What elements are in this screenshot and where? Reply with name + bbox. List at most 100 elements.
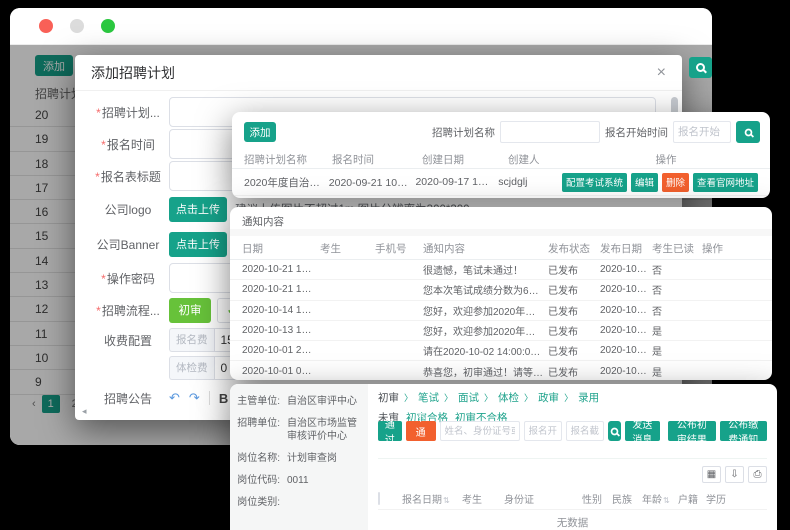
fail-button[interactable]: 不通过	[406, 421, 436, 441]
table-row[interactable]: 2020-10-21 19:11:40 您本次笔试成绩分数为66.52分 已发布…	[230, 280, 772, 300]
date-cell: 2020-10-01 01:35:03	[242, 366, 320, 377]
close-window-icon[interactable]	[39, 19, 53, 33]
publish-result-button[interactable]: 公布初审结果	[668, 421, 715, 441]
column-header: 民族	[612, 491, 642, 506]
plans-list-panel: 添加 招聘计划名称 报名开始时间 招聘计划名称 报名时间 创建日期 创建人 操作…	[232, 112, 770, 198]
search-icon	[744, 128, 752, 136]
signup-start-input[interactable]	[524, 421, 562, 441]
search-icon	[610, 427, 618, 435]
column-header: 报名时间	[332, 152, 422, 167]
column-header: 性别	[582, 491, 612, 506]
configure-exam-button[interactable]: 配置考试系统	[562, 173, 627, 192]
step-medical-exam[interactable]: 体检	[498, 390, 519, 405]
status-cell: 已发布	[548, 303, 600, 318]
signup-end-input[interactable]	[566, 421, 604, 441]
notification-panel: 通知内容 日期 考生 手机号 通知内容 发布状态 发布日期 考生已读 操作 20…	[230, 207, 772, 380]
status-cell: 已发布	[548, 323, 600, 338]
step-political-review[interactable]: 政审	[538, 390, 559, 405]
edit-button[interactable]: 编辑	[631, 173, 658, 192]
step-written-exam[interactable]: 笔试	[418, 390, 439, 405]
start-time-filter-input[interactable]	[673, 121, 731, 143]
column-header: 招聘计划名称	[244, 152, 332, 167]
read-cell: 是	[652, 323, 702, 338]
info-value: 计划审查岗	[287, 452, 360, 465]
plans-table-header: 招聘计划名称 报名时间 创建日期 创建人 操作	[232, 150, 770, 169]
column-header: 身份证	[504, 491, 582, 506]
step-first-review[interactable]: 初审	[378, 390, 399, 405]
audit-content: 初审 〉 笔试 〉 面试 〉 体检 〉 政审 〉 录用 未审 初审合格 初审不合…	[378, 390, 767, 530]
step-interview[interactable]: 面试	[458, 390, 479, 405]
column-settings-icon[interactable]: ▦	[702, 466, 721, 483]
redo-icon[interactable]: ↷	[189, 390, 200, 406]
table-row[interactable]: 2020年度自治区市场监... 2020-09-21 10:00到2020...…	[232, 169, 770, 196]
table-row[interactable]: 2020-10-14 17:51:16 您好，欢迎参加2020年度自治区市场..…	[230, 301, 772, 321]
export-icon[interactable]: ⇩	[725, 466, 744, 483]
audit-panel: 主管单位: 自治区审评中心 招聘单位: 自治区市场监管审核评价中心 岗位名称: …	[230, 384, 777, 530]
status-cell: 已发布	[548, 282, 600, 297]
process-step-first[interactable]: 初审	[169, 298, 211, 323]
column-header: 户籍	[678, 491, 706, 506]
search-button[interactable]	[608, 421, 621, 441]
scroll-left-icon[interactable]: ◂	[82, 406, 87, 417]
sort-icon[interactable]: ⇅	[443, 496, 450, 505]
date-cell: 2020-10-21 19:11:40	[242, 284, 320, 295]
publish-date-cell: 2020-10-13 ...	[600, 325, 652, 336]
minimize-window-icon[interactable]	[70, 19, 84, 33]
info-value: 自治区市场监管审核评价中心	[287, 417, 360, 443]
plan-name-filter-input[interactable]	[500, 121, 600, 143]
field-label: 招聘流程...	[87, 302, 169, 319]
upload-banner-button[interactable]: 点击上传	[169, 232, 227, 257]
publish-date-cell: 2020-10-14 ...	[600, 305, 652, 316]
read-cell: 否	[652, 282, 702, 297]
signup-fee-label: 报名费	[169, 328, 214, 352]
status-cell: 已发布	[548, 364, 600, 379]
delete-button[interactable]: 删除	[662, 173, 689, 192]
table-row[interactable]: 2020-10-01 23:54:58 请在2020-10-02 14:00:0…	[230, 341, 772, 361]
chevron-right-icon: 〉	[404, 391, 413, 404]
table-row[interactable]: 2020-10-21 19:34:38 很遗憾，笔试未通过！ 已发布 2020-…	[230, 260, 772, 280]
date-cell: 2020-10-21 19:34:38	[242, 264, 320, 275]
medical-fee-label: 体检费	[169, 356, 214, 380]
column-header: 考生	[462, 491, 504, 506]
add-plan-button[interactable]: 添加	[244, 122, 276, 142]
step-hired[interactable]: 录用	[578, 390, 599, 405]
info-row: 岗位代码: 0011	[236, 474, 360, 487]
upload-logo-button[interactable]: 点击上传	[169, 197, 227, 222]
table-row[interactable]: 2020-10-13 14:55:54 您好，欢迎参加2020年度自治区市场..…	[230, 321, 772, 341]
info-row: 主管单位: 自治区审评中心	[236, 395, 360, 408]
column-header: 年龄⇅	[642, 491, 678, 506]
column-header: 手机号	[375, 241, 423, 256]
field-label: 招聘公告	[87, 390, 169, 407]
status-cell: 已发布	[548, 343, 600, 358]
empty-state: 无数据	[378, 509, 767, 530]
toolbar-divider	[209, 391, 210, 405]
close-icon[interactable]: ×	[657, 65, 666, 81]
table-tools: ▦ ⇩ ⎙	[378, 466, 767, 483]
info-row: 招聘单位: 自治区市场监管审核评价中心	[236, 417, 360, 443]
checkbox[interactable]	[378, 492, 380, 505]
candidate-search-input[interactable]	[440, 421, 520, 441]
content-cell: 您本次笔试成绩分数为66.52分	[423, 282, 548, 297]
maximize-window-icon[interactable]	[101, 19, 115, 33]
send-message-button[interactable]: 发送消息	[625, 421, 661, 441]
publish-date-cell: 2020-10-01 ...	[600, 345, 652, 356]
print-icon[interactable]: ⎙	[748, 466, 767, 483]
read-cell: 否	[652, 262, 702, 277]
window-titlebar	[10, 8, 712, 45]
search-button[interactable]	[689, 57, 712, 78]
undo-icon[interactable]: ↶	[169, 390, 180, 406]
field-label: 报名表标题	[87, 168, 169, 185]
view-site-button[interactable]: 查看官网地址	[693, 173, 758, 192]
sort-icon[interactable]: ⇅	[663, 496, 670, 505]
pass-button[interactable]: 通过	[378, 421, 402, 441]
chevron-right-icon: 〉	[524, 391, 533, 404]
info-label: 岗位类别:	[236, 496, 280, 509]
table-row[interactable]: 2020-10-01 01:35:03 恭喜您，初审通过！请等待进一步通知 已发…	[230, 361, 772, 380]
publish-payment-button[interactable]: 公布缴费通知	[720, 421, 767, 441]
search-button[interactable]	[736, 121, 760, 143]
info-label: 岗位名称:	[236, 452, 280, 465]
publish-date-cell: 2020-10-22 ...	[600, 264, 652, 275]
plan-name-filter-label: 招聘计划名称	[432, 125, 495, 140]
status-cell: 已发布	[548, 262, 600, 277]
bold-icon[interactable]: B	[219, 391, 228, 406]
